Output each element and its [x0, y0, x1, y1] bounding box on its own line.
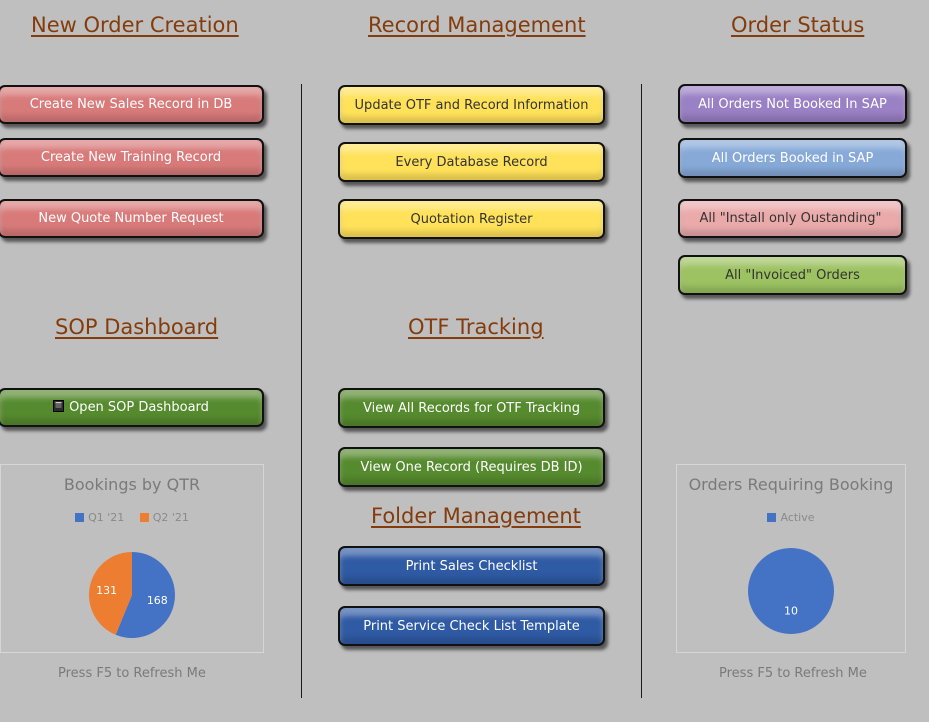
pie-chart-svg: 10: [748, 548, 834, 634]
pie-chart-svg: 168 131: [89, 552, 175, 638]
heading-sop-dashboard: SOP Dashboard: [55, 315, 219, 339]
every-database-record-button[interactable]: Every Database Record: [338, 142, 605, 182]
orders-not-booked-sap-button[interactable]: All Orders Not Booked In SAP: [678, 84, 907, 124]
divider-right: [641, 84, 642, 698]
create-training-record-button[interactable]: Create New Training Record: [0, 138, 264, 177]
heading-folder-management: Folder Management: [371, 504, 581, 528]
view-all-otf-button[interactable]: View All Records for OTF Tracking: [338, 388, 605, 428]
create-sales-record-button[interactable]: Create New Sales Record in DB: [0, 85, 264, 124]
pie-data-label: 131: [96, 584, 117, 597]
refresh-hint-right: Press F5 to Refresh Me: [719, 666, 867, 681]
print-service-checklist-button[interactable]: Print Service Check List Template: [338, 606, 605, 646]
orders-requiring-booking-chart: Orders Requiring Booking Active 10: [676, 464, 906, 653]
open-sop-dashboard-label: Open SOP Dashboard: [69, 400, 209, 415]
open-sop-dashboard-button[interactable]: Open SOP Dashboard: [0, 388, 264, 427]
quotation-register-button[interactable]: Quotation Register: [338, 199, 605, 239]
heading-order-status: Order Status: [731, 13, 865, 37]
install-only-outstanding-button[interactable]: All "Install only Oustanding": [678, 199, 903, 238]
heading-record-management: Record Management: [368, 13, 586, 37]
pie-data-label: 168: [147, 594, 168, 607]
update-otf-button[interactable]: Update OTF and Record Information: [338, 85, 605, 125]
view-one-record-button[interactable]: View One Record (Requires DB ID): [338, 447, 605, 487]
print-sales-checklist-button[interactable]: Print Sales Checklist: [338, 546, 605, 586]
book-icon: [53, 399, 65, 416]
heading-new-order-creation: New Order Creation: [31, 13, 239, 37]
pie-slice-active: [748, 548, 834, 634]
orders-booked-sap-button[interactable]: All Orders Booked in SAP: [678, 138, 907, 178]
bookings-by-qtr-chart: Bookings by QTR Q1 '21 Q2 '21 168 131: [0, 464, 264, 653]
heading-otf-tracking: OTF Tracking: [408, 315, 544, 339]
refresh-hint-left: Press F5 to Refresh Me: [58, 666, 206, 681]
divider-left: [301, 84, 302, 698]
invoiced-orders-button[interactable]: All "Invoiced" Orders: [678, 255, 907, 295]
new-quote-request-button[interactable]: New Quote Number Request: [0, 199, 264, 238]
pie-data-label: 10: [784, 604, 798, 617]
